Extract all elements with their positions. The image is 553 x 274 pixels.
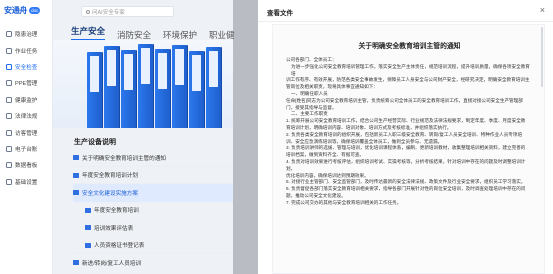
tree-item-label: 年度安全教育培训	[94, 208, 139, 215]
folder-icon	[85, 207, 91, 213]
search-placeholder: 问AI安全专家	[92, 9, 125, 16]
visitor-icon	[6, 129, 12, 136]
category-tabs: 生产安全 消防安全 环境保护 职业健	[71, 25, 235, 41]
modal-overlay[interactable]	[233, 0, 258, 274]
sidebar: 安通舟 doc 隐患治理 作业任务 安全检查 PPE管理 健康监护 法律法规 访…	[0, 0, 53, 274]
sidebar-item-label: 健康监护	[15, 97, 38, 104]
logo-text: 安通舟	[4, 6, 28, 15]
ppe-icon	[6, 80, 12, 87]
logo-badge: doc	[29, 7, 41, 14]
tree-item[interactable]: 新进/转岗/复工人员培训	[73, 254, 233, 272]
tree-item-label: 关于明确安全教育培训主管的通知	[82, 155, 166, 162]
dashboard-icon	[6, 162, 12, 169]
document-line: 7. 完成公司交办的其他与安全教育培训相关的工作任务。	[286, 199, 402, 205]
hazard-icon	[6, 31, 12, 38]
document-line: 4. 负责对培训效果进行考核评估，组织培训考试、实操考核等，分析考核结果，针对培…	[286, 158, 526, 171]
tree-item[interactable]: 人员资格证书登记表	[73, 237, 233, 254]
document-tree: 关于明确安全教育培训主管的通知 年度安全教育培训计划 安全文化建设实施方案 年度…	[73, 149, 233, 272]
document-line: 管岗位及相关职责，现将具体事宜通知如下：	[286, 84, 378, 90]
tree-item[interactable]: 关于明确安全教育培训主管的通知	[73, 149, 233, 167]
sidebar-item-label: 访客管理	[15, 130, 38, 137]
panel-header: 查看文件 ×	[258, 0, 553, 22]
task-icon	[6, 47, 12, 54]
law-icon	[6, 113, 12, 120]
tree-item-label: 年度安全教育培训计划	[82, 173, 138, 180]
sidebar-item-label: PPE管理	[15, 81, 38, 88]
binder-image	[206, 47, 221, 128]
tree-item-label: 新进/转岗/复工人员培训	[82, 260, 142, 267]
section-title: 生产设备说明	[74, 139, 116, 146]
app-root: 安通舟 doc 隐患治理 作业任务 安全检查 PPE管理 健康监护 法律法规 访…	[0, 0, 553, 274]
document-line: 为进一步强化公司安全教育培训管理工作，落实安全生产主体责任，规范培训流程，提升培…	[291, 63, 530, 76]
sidebar-item-label: 法律法规	[15, 114, 38, 121]
tab-production-safety[interactable]: 生产安全	[71, 25, 106, 41]
check-icon	[6, 63, 12, 70]
tree-item[interactable]: 培训效果评估表	[73, 219, 233, 237]
search-icon	[86, 9, 90, 14]
sidebar-nav: 隐患治理 作业任务 安全检查 PPE管理 健康监护 法律法规 访客管理 电子台账…	[0, 26, 53, 190]
sidebar-item-health[interactable]: 健康监护	[0, 92, 53, 108]
binder-image	[138, 44, 153, 128]
sidebar-item-ppe[interactable]: PPE管理	[0, 75, 53, 91]
tree-item[interactable]: 年度安全教育培训	[73, 202, 233, 220]
document-line: 2. 负责各类安全教育培训的组织开展，包括新员工入职三级安全教育、转岗/复工人员…	[286, 131, 523, 137]
sidebar-item-ledger[interactable]: 电子台账	[0, 141, 53, 157]
sidebar-item-visitor[interactable]: 访客管理	[0, 124, 53, 140]
sidebar-item-label: 作业任务	[15, 48, 38, 55]
document-title: 关于明确安全教育培训主管的通知	[358, 43, 461, 50]
document-body: 公司各部门、全体员工： 为进一步强化公司安全教育培训管理工作，落实安全生产主体责…	[286, 57, 533, 207]
binder-image	[121, 50, 136, 128]
sidebar-item-label: 电子台账	[15, 146, 38, 153]
sidebar-item-law[interactable]: 法律法规	[0, 108, 53, 124]
sidebar-item-settings[interactable]: 基础设置	[0, 174, 53, 190]
sidebar-item-label: 安全检查	[15, 64, 38, 71]
sidebar-item-label: 隐患治理	[15, 32, 38, 39]
health-icon	[6, 96, 12, 103]
folder-icon	[85, 225, 91, 231]
main-content: 问AI安全专家 生产安全 消防安全 环境保护 职业健 生产设备说明 关于明确安全…	[53, 0, 235, 274]
tree-item-label: 人员资格证书登记表	[94, 243, 145, 250]
settings-icon	[6, 178, 12, 185]
document-line: 任命[姓名]同志为公司安全教育培训主管，负责统筹公司全体员工的安全教育培训工作，…	[286, 97, 523, 103]
document-line: 培训档案，做到资料齐全、有据可查。	[286, 152, 365, 158]
document-line: 育培训计划，明确培训内容、培训对象、培训方式及考核标准，并组织落实执行。	[286, 124, 452, 130]
sidebar-item-check[interactable]: 安全检查	[0, 59, 53, 75]
tree-item-selected[interactable]: 安全文化建设实施方案	[73, 184, 233, 202]
ledger-icon	[6, 145, 12, 152]
binder-image	[172, 45, 187, 128]
tree-item[interactable]: 年度安全教育培训计划	[73, 167, 233, 184]
document-heading: 一、明确任职人员	[291, 90, 328, 96]
tree-item-label: 培训效果评估表	[94, 225, 134, 232]
sidebar-item-label: 基础设置	[15, 179, 38, 186]
file-viewer-panel: 查看文件 × 关于明确安全教育培训主管的通知 公司各部门、全体员工： 为进一步强…	[258, 0, 553, 274]
sidebar-item-label: 数据看板	[15, 163, 38, 170]
folder-icon	[85, 242, 91, 248]
tree-item-label: 安全文化建设实施方案	[82, 190, 138, 197]
hero-banner-image	[53, 40, 233, 128]
document-line: 题，推动公司安全文化建设。	[286, 192, 346, 198]
folder-icon	[73, 260, 79, 266]
document-line: 6. 负责督促各部门落实安全教育培训相关要求，指导各部门开展针对性的岗位安全培训…	[286, 186, 526, 192]
binder-image	[155, 49, 170, 128]
document-viewer: 关于明确安全教育培训主管的通知 公司各部门、全体员工： 为进一步强化公司安全教育…	[272, 24, 545, 274]
folder-icon	[73, 172, 79, 178]
app-logo[interactable]: 安通舟 doc	[4, 5, 41, 16]
sidebar-item-dashboard[interactable]: 数据看板	[0, 157, 53, 173]
document-line: 1. 统筹开展公司安全教育培训工作，结合公司生产经营实际、行业规范及法律法规要求…	[286, 118, 526, 124]
folder-icon	[73, 155, 79, 161]
search-input[interactable]: 问AI安全专家	[81, 6, 174, 17]
document-scrollbar[interactable]	[541, 27, 543, 87]
binder-image	[104, 46, 119, 128]
close-icon[interactable]: ×	[540, 5, 545, 15]
sidebar-item-task[interactable]: 作业任务	[0, 42, 53, 58]
binder-image	[189, 51, 204, 128]
panel-title: 查看文件	[267, 10, 293, 17]
folder-icon	[73, 190, 79, 196]
binder-image	[87, 52, 102, 128]
document-line: 公司各部门、全体员工：	[286, 57, 337, 62]
sidebar-item-hazard[interactable]: 隐患治理	[0, 26, 53, 42]
